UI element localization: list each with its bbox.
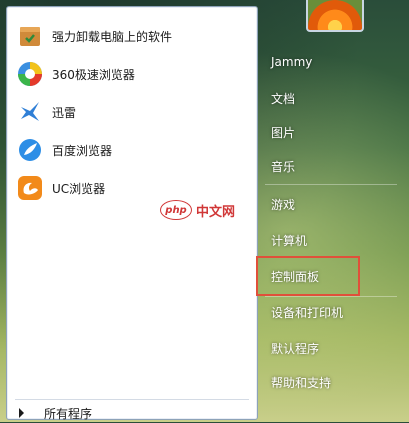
divider: [15, 399, 249, 400]
right-menu-help-support[interactable]: 帮助和支持: [265, 368, 397, 396]
right-menu-user[interactable]: Jammy: [265, 48, 397, 76]
watermark-text: 中文网: [196, 204, 236, 220]
all-programs-button[interactable]: 所有程序: [15, 403, 251, 423]
uc-browser-icon: [16, 174, 44, 202]
divider: [265, 296, 397, 297]
uninstaller-icon: [16, 22, 44, 50]
xunlei-icon: [16, 98, 44, 126]
program-label: 强力卸载电脑上的软件: [52, 29, 173, 44]
program-item-360-browser[interactable]: 360极速浏览器: [10, 57, 254, 91]
watermark-logo: php: [160, 200, 192, 220]
program-label: 360极速浏览器: [52, 67, 135, 82]
right-menu-music[interactable]: 音乐: [265, 152, 397, 180]
right-menu-computer[interactable]: 计算机: [265, 226, 397, 254]
user-avatar[interactable]: [306, 0, 364, 32]
360-browser-icon: [16, 60, 44, 88]
right-menu-devices-printers[interactable]: 设备和打印机: [265, 298, 397, 326]
program-label: UC浏览器: [52, 181, 106, 196]
watermark: php 中文网: [160, 200, 235, 220]
divider: [265, 184, 397, 185]
arrow-right-icon: [19, 408, 24, 418]
highlight-annotation: [256, 256, 360, 296]
right-menu-documents[interactable]: 文档: [265, 84, 397, 112]
right-menu-pictures[interactable]: 图片: [265, 118, 397, 146]
program-item-uninstaller[interactable]: 强力卸载电脑上的软件: [10, 19, 254, 53]
right-menu-games[interactable]: 游戏: [265, 190, 397, 218]
all-programs-label: 所有程序: [44, 406, 93, 421]
program-label: 百度浏览器: [52, 143, 113, 158]
program-label: 迅雷: [52, 105, 77, 120]
program-item-xunlei[interactable]: 迅雷: [10, 95, 254, 129]
program-item-baidu-browser[interactable]: 百度浏览器: [10, 133, 254, 167]
right-menu-default-programs[interactable]: 默认程序: [265, 334, 397, 362]
baidu-browser-icon: [16, 136, 44, 164]
